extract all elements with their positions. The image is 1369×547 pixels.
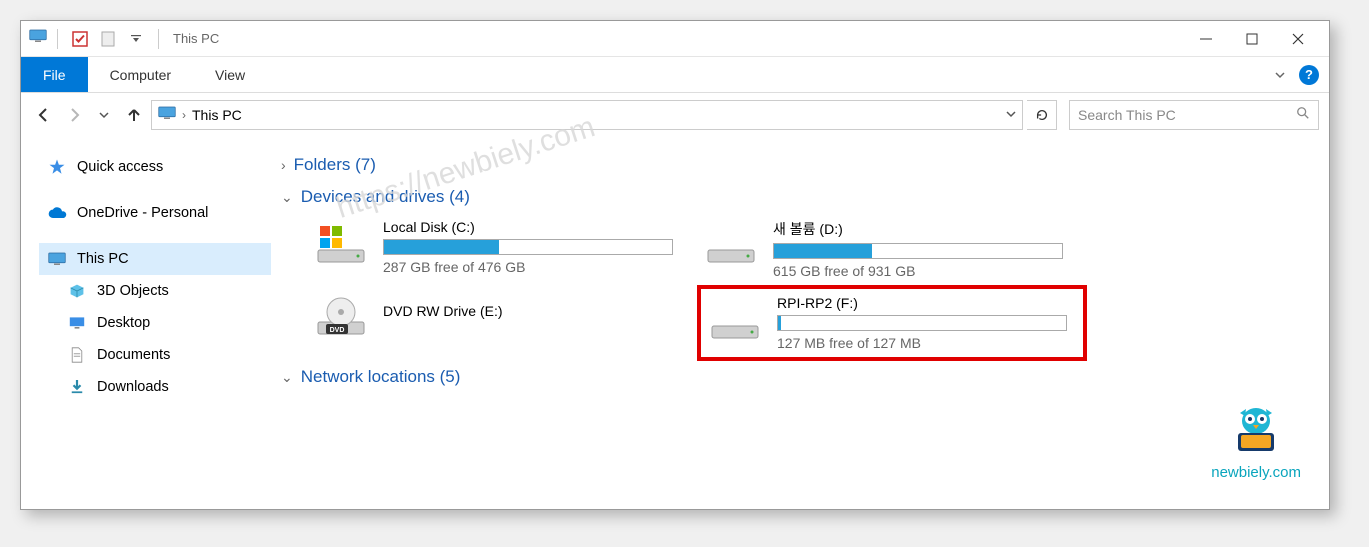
capacity-bar: [773, 243, 1063, 259]
drive-icon: [703, 219, 759, 269]
dvd-drive-icon: DVD: [313, 291, 369, 341]
drive-name: 새 볼륨 (D:): [773, 219, 1081, 239]
app-icon: [29, 29, 47, 48]
drive-free-text: 127 MB free of 127 MB: [777, 335, 1077, 351]
sidebar-documents[interactable]: Documents: [39, 339, 271, 371]
drive-f-highlighted[interactable]: RPI-RP2 (F:) 127 MB free of 127 MB: [697, 285, 1087, 361]
address-dropdown-button[interactable]: [1006, 106, 1016, 124]
sidebar-item-label: Quick access: [77, 159, 163, 175]
brand-text: newbiely.com: [1211, 464, 1301, 481]
sidebar-item-label: Documents: [97, 347, 170, 363]
chevron-right-icon: ›: [281, 157, 286, 173]
chevron-down-icon: ⌄: [281, 369, 293, 386]
ribbon-tabs: File Computer View ?: [21, 57, 1329, 93]
close-button[interactable]: [1275, 23, 1321, 55]
sidebar-item-label: This PC: [77, 251, 129, 267]
properties-qat-button[interactable]: [68, 27, 92, 51]
new-folder-qat-button[interactable]: [96, 27, 120, 51]
refresh-button[interactable]: [1027, 100, 1057, 130]
drive-name: DVD RW Drive (E:): [383, 303, 691, 319]
recent-locations-button[interactable]: [91, 102, 117, 128]
help-button[interactable]: ?: [1299, 65, 1319, 85]
window-title: This PC: [173, 31, 219, 46]
drive-icon: [313, 219, 369, 269]
file-explorer-window: This PC File Computer View ?: [20, 20, 1330, 510]
document-icon: [67, 345, 87, 365]
navigation-bar: › This PC: [21, 93, 1329, 137]
sidebar-item-label: 3D Objects: [97, 283, 169, 299]
tab-view[interactable]: View: [193, 57, 267, 92]
cube-icon: [67, 281, 87, 301]
title-bar: This PC: [21, 21, 1329, 57]
back-button[interactable]: [31, 102, 57, 128]
sidebar-downloads[interactable]: Downloads: [39, 371, 271, 403]
drive-d[interactable]: 새 볼륨 (D:) 615 GB free of 931 GB: [697, 213, 1087, 285]
this-pc-icon: [158, 106, 176, 125]
group-label: Network locations (5): [301, 367, 461, 387]
tab-computer[interactable]: Computer: [88, 57, 193, 92]
sidebar-item-label: Desktop: [97, 315, 150, 331]
capacity-bar: [777, 315, 1067, 331]
drive-e[interactable]: DVD DVD RW Drive (E:): [307, 285, 697, 361]
monitor-icon: [47, 249, 67, 269]
drive-free-text: 287 GB free of 476 GB: [383, 259, 691, 275]
sidebar-desktop[interactable]: Desktop: [39, 307, 271, 339]
svg-text:DVD: DVD: [330, 327, 345, 334]
breadcrumb-current[interactable]: This PC: [192, 107, 242, 123]
download-icon: [67, 377, 87, 397]
minimize-button[interactable]: [1183, 23, 1229, 55]
capacity-bar: [383, 239, 673, 255]
drive-name: Local Disk (C:): [383, 219, 691, 235]
group-label: Folders (7): [294, 155, 376, 175]
sidebar-quick-access[interactable]: Quick access: [39, 151, 271, 183]
search-input[interactable]: [1078, 107, 1296, 123]
forward-button[interactable]: [61, 102, 87, 128]
maximize-button[interactable]: [1229, 23, 1275, 55]
address-bar[interactable]: › This PC: [151, 100, 1023, 130]
sidebar-item-label: Downloads: [97, 379, 169, 395]
search-icon: [1296, 106, 1310, 125]
ribbon-collapse-button[interactable]: [1265, 57, 1295, 92]
cloud-icon: [47, 203, 67, 223]
group-network[interactable]: ⌄ Network locations (5): [281, 361, 1319, 393]
navigation-pane: Quick access OneDrive - Personal This PC: [21, 137, 271, 509]
group-folders[interactable]: › Folders (7): [281, 149, 1319, 181]
drive-name: RPI-RP2 (F:): [777, 295, 1077, 311]
content-pane: › Folders (7) ⌄ Devices and drives (4): [271, 137, 1329, 509]
sidebar-onedrive[interactable]: OneDrive - Personal: [39, 197, 271, 229]
search-box[interactable]: [1069, 100, 1319, 130]
drive-c[interactable]: Local Disk (C:) 287 GB free of 476 GB: [307, 213, 697, 285]
group-devices[interactable]: ⌄ Devices and drives (4): [281, 181, 1319, 213]
qat-dropdown-button[interactable]: [124, 27, 148, 51]
drive-free-text: 615 GB free of 931 GB: [773, 263, 1081, 279]
group-label: Devices and drives (4): [301, 187, 470, 207]
brand-logo: newbiely.com: [1211, 403, 1301, 481]
sidebar-3d-objects[interactable]: 3D Objects: [39, 275, 271, 307]
up-button[interactable]: [121, 102, 147, 128]
sidebar-this-pc[interactable]: This PC: [39, 243, 271, 275]
sidebar-item-label: OneDrive - Personal: [77, 205, 208, 221]
chevron-down-icon: ⌄: [281, 189, 293, 206]
star-icon: [47, 157, 67, 177]
tab-file[interactable]: File: [21, 57, 88, 92]
drive-icon: [707, 295, 763, 345]
chevron-right-icon: ›: [182, 108, 186, 122]
desktop-icon: [67, 313, 87, 333]
